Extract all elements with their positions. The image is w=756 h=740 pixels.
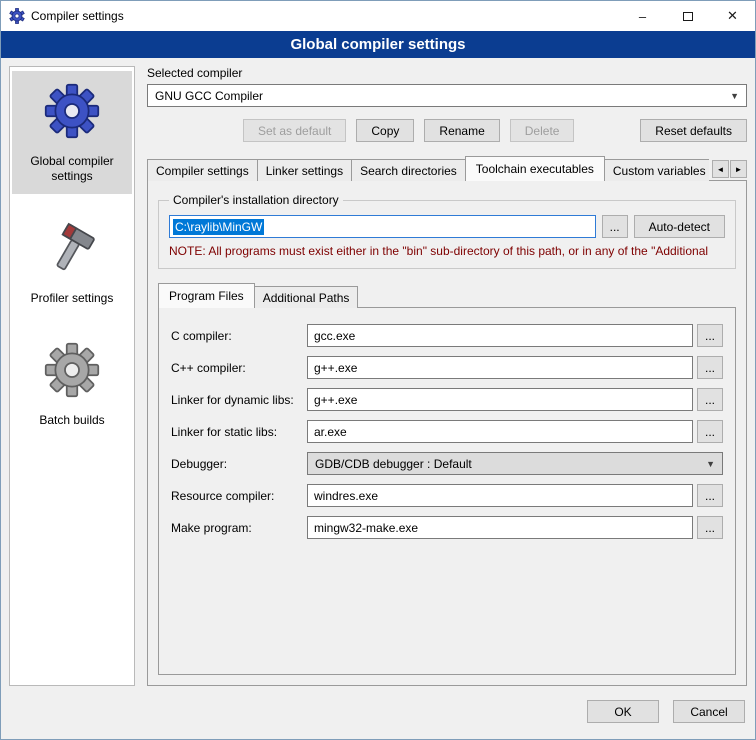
- install-dir-input[interactable]: C:\raylib\MinGW: [169, 215, 596, 238]
- install-dir-value: C:\raylib\MinGW: [173, 219, 264, 235]
- close-button[interactable]: ✕: [710, 1, 755, 31]
- debugger-select-value: GDB/CDB debugger : Default: [315, 457, 472, 471]
- window-title: Compiler settings: [31, 9, 620, 23]
- program-files-panel: C compiler: ... C++ compiler: ... Linker…: [158, 307, 736, 675]
- sub-tabbar: Program Files Additional Paths: [158, 283, 736, 308]
- minimize-button[interactable]: –: [620, 1, 665, 31]
- sidebar-item-profiler-settings[interactable]: Profiler settings: [12, 208, 132, 316]
- maximize-button[interactable]: [665, 1, 710, 31]
- profiler-icon: [43, 220, 101, 281]
- tab-compiler-settings[interactable]: Compiler settings: [147, 159, 258, 181]
- compiler-select-value: GNU GCC Compiler: [155, 89, 263, 103]
- resource-compiler-input[interactable]: [307, 484, 693, 507]
- chevron-down-icon: ▼: [706, 459, 715, 469]
- sidebar-item-label: Batch builds: [39, 413, 104, 428]
- tab-toolchain-executables[interactable]: Toolchain executables: [465, 156, 605, 181]
- main-tabbar: Compiler settings Linker settings Search…: [147, 156, 747, 181]
- selected-compiler-label: Selected compiler: [147, 66, 747, 80]
- field-label: C++ compiler:: [171, 361, 307, 375]
- tab-scroll-right-button[interactable]: ►: [730, 160, 747, 178]
- make-program-browse-button[interactable]: ...: [697, 516, 723, 539]
- field-label: Make program:: [171, 521, 307, 535]
- field-row-cpp-compiler: C++ compiler: ...: [171, 356, 723, 379]
- copy-button[interactable]: Copy: [356, 119, 414, 142]
- dynamic-linker-input[interactable]: [307, 388, 693, 411]
- sidebar-item-global-compiler-settings[interactable]: Global compiler settings: [12, 71, 132, 194]
- reset-defaults-button[interactable]: Reset defaults: [640, 119, 747, 142]
- tab-scroll-buttons: ◄ ►: [712, 160, 747, 178]
- field-row-debugger: Debugger: GDB/CDB debugger : Default ▼: [171, 452, 723, 475]
- install-dir-browse-button[interactable]: ...: [602, 215, 628, 238]
- resource-compiler-browse-button[interactable]: ...: [697, 484, 723, 507]
- subtab-additional-paths[interactable]: Additional Paths: [254, 286, 359, 308]
- tab-linker-settings[interactable]: Linker settings: [257, 159, 352, 181]
- sidebar-item-label: Global compiler settings: [16, 154, 128, 184]
- field-row-dynamic-linker: Linker for dynamic libs: ...: [171, 388, 723, 411]
- tab-scroll-left-button[interactable]: ◄: [712, 160, 729, 178]
- dialog-content: Global compiler settings Profiler settin…: [1, 58, 755, 694]
- dynamic-linker-browse-button[interactable]: ...: [697, 388, 723, 411]
- field-label: Resource compiler:: [171, 489, 307, 503]
- program-files-block: Program Files Additional Paths C compile…: [158, 283, 736, 675]
- banner-title: Global compiler settings: [1, 31, 755, 58]
- titlebar: Compiler settings – ✕: [1, 1, 755, 31]
- static-linker-browse-button[interactable]: ...: [697, 420, 723, 443]
- sub-tab-scroll-area: Program Files Additional Paths: [158, 283, 736, 308]
- field-label: C compiler:: [171, 329, 307, 343]
- cancel-button[interactable]: Cancel: [673, 700, 745, 723]
- subtab-program-files[interactable]: Program Files: [158, 283, 255, 308]
- field-row-c-compiler: C compiler: ...: [171, 324, 723, 347]
- delete-button: Delete: [510, 119, 575, 142]
- c-compiler-browse-button[interactable]: ...: [697, 324, 723, 347]
- maximize-icon: [683, 12, 693, 21]
- note-text: NOTE: All programs must exist either in …: [169, 244, 725, 258]
- field-row-resource-compiler: Resource compiler: ...: [171, 484, 723, 507]
- c-compiler-input[interactable]: [307, 324, 693, 347]
- batch-builds-icon: [43, 342, 101, 403]
- installation-dir-group: Compiler's installation directory C:\ray…: [158, 193, 736, 269]
- gear-icon: [43, 83, 101, 144]
- sidebar: Global compiler settings Profiler settin…: [9, 66, 135, 686]
- chevron-down-icon: ▼: [730, 91, 739, 101]
- debugger-select[interactable]: GDB/CDB debugger : Default ▼: [307, 452, 723, 475]
- field-row-static-linker: Linker for static libs: ...: [171, 420, 723, 443]
- tab-scroll-area: Compiler settings Linker settings Search…: [147, 156, 709, 181]
- cpp-compiler-input[interactable]: [307, 356, 693, 379]
- toolchain-panel: Compiler's installation directory C:\ray…: [147, 180, 747, 686]
- compiler-settings-window: Compiler settings – ✕ Global compiler se…: [0, 0, 756, 740]
- compiler-buttons-row: Set as default Copy Rename Delete Reset …: [147, 119, 747, 142]
- sidebar-item-label: Profiler settings: [31, 291, 114, 306]
- field-label: Debugger:: [171, 457, 307, 471]
- field-label: Linker for static libs:: [171, 425, 307, 439]
- field-label: Linker for dynamic libs:: [171, 393, 307, 407]
- cpp-compiler-browse-button[interactable]: ...: [697, 356, 723, 379]
- rename-button[interactable]: Rename: [424, 119, 499, 142]
- static-linker-input[interactable]: [307, 420, 693, 443]
- auto-detect-button[interactable]: Auto-detect: [634, 215, 725, 238]
- ok-button[interactable]: OK: [587, 700, 659, 723]
- tab-search-directories[interactable]: Search directories: [351, 159, 466, 181]
- field-row-make-program: Make program: ...: [171, 516, 723, 539]
- set-as-default-button: Set as default: [243, 119, 346, 142]
- tab-custom-variables[interactable]: Custom variables: [604, 159, 709, 181]
- compiler-select[interactable]: GNU GCC Compiler ▼: [147, 84, 747, 107]
- installation-dir-row: C:\raylib\MinGW ... Auto-detect: [169, 215, 725, 238]
- installation-dir-group-title: Compiler's installation directory: [169, 193, 343, 207]
- sidebar-item-batch-builds[interactable]: Batch builds: [12, 330, 132, 438]
- main-area: Selected compiler GNU GCC Compiler ▼ Set…: [147, 66, 747, 686]
- make-program-input[interactable]: [307, 516, 693, 539]
- dialog-footer: OK Cancel: [1, 694, 755, 739]
- app-icon: [9, 8, 25, 24]
